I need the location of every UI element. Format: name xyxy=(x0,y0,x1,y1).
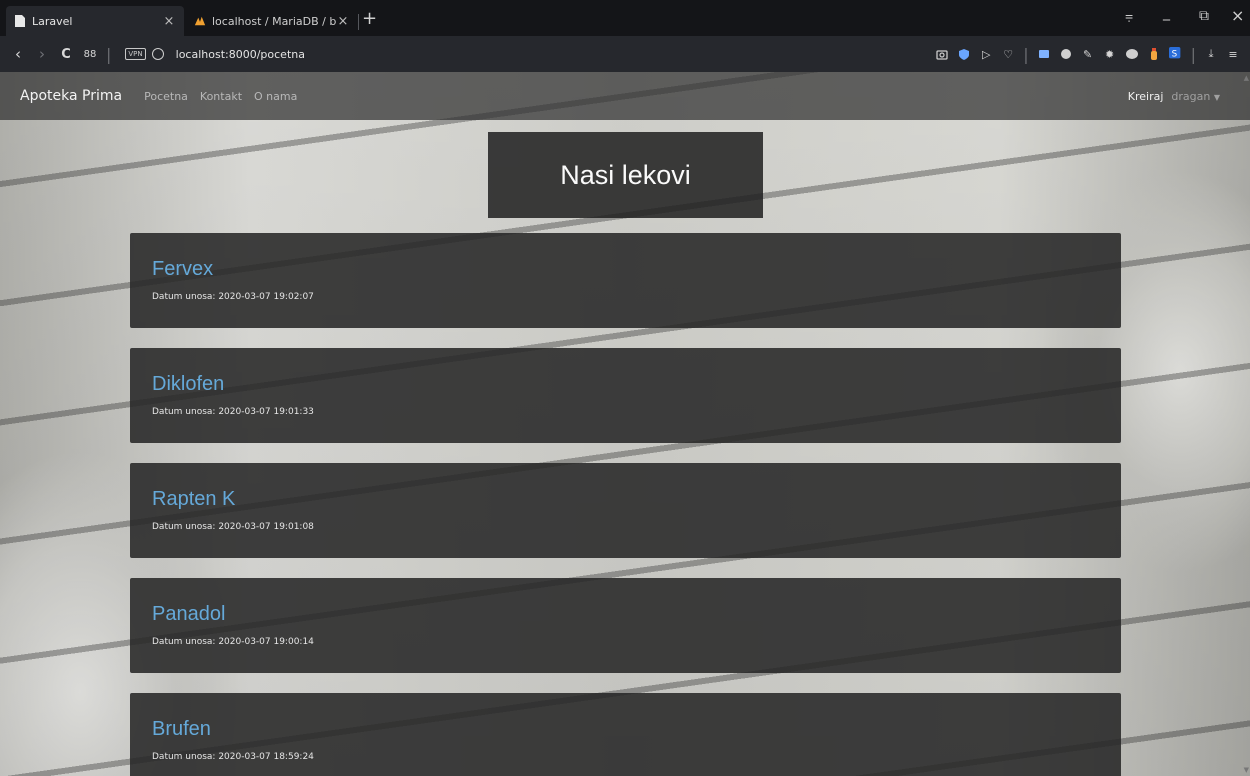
window-close-icon[interactable]: × xyxy=(1231,6,1244,25)
extension-toolbar: ▷ ♡ | ✎ ✹ S | ⤓ ≡ xyxy=(935,36,1240,72)
medicine-card: Rapten K Datum unosa: 2020-03-07 19:01:0… xyxy=(130,463,1121,558)
tab-close-icon[interactable]: × xyxy=(336,14,350,29)
medicine-name-link[interactable]: Diklofen xyxy=(152,373,224,396)
nav-link-kontakt[interactable]: Kontakt xyxy=(200,90,242,103)
restore-icon[interactable]: ⧉ xyxy=(1199,8,1209,24)
medicine-name-link[interactable]: Fervex xyxy=(152,258,213,281)
medicine-name-link[interactable]: Brufen xyxy=(152,718,211,741)
gear-icon[interactable]: ✹ xyxy=(1103,47,1117,61)
address-separator: | xyxy=(106,44,112,64)
camera-icon[interactable] xyxy=(935,47,949,61)
medicine-name-link[interactable]: Panadol xyxy=(152,603,225,626)
speed-dial-icon[interactable]: 88 xyxy=(78,49,102,60)
medicine-date: Datum unosa: 2020-03-07 19:00:14 xyxy=(152,637,314,647)
medicine-card: Fervex Datum unosa: 2020-03-07 19:02:07 xyxy=(130,233,1121,328)
create-link[interactable]: Kreiraj xyxy=(1128,90,1164,103)
browser-tab-bar: Laravel × localhost / MariaDB / bazar × … xyxy=(0,0,1250,36)
address-bar: ‹ › C 88 | VPN localhost:8000/pocetna ▷ … xyxy=(0,36,1250,72)
browser-tab-phpmyadmin[interactable]: localhost / MariaDB / bazar × xyxy=(186,6,358,36)
wallet-icon[interactable] xyxy=(1037,47,1051,61)
navbar-right: Kreiraj dragan ▼ xyxy=(1128,72,1220,120)
scroll-down-icon[interactable]: ▼ xyxy=(1244,766,1249,774)
bottle-icon[interactable] xyxy=(1147,47,1161,61)
heart-icon[interactable]: ♡ xyxy=(1001,47,1015,61)
minimize-icon[interactable]: _ xyxy=(1163,5,1170,21)
medicine-card: Brufen Datum unosa: 2020-03-07 18:59:24 xyxy=(130,693,1121,776)
medicine-card: Panadol Datum unosa: 2020-03-07 19:00:14 xyxy=(130,578,1121,673)
medicine-date: Datum unosa: 2020-03-07 19:01:33 xyxy=(152,407,314,417)
send-icon[interactable]: ▷ xyxy=(979,47,993,61)
tabs-menu-icon[interactable]: ⩦ xyxy=(1125,8,1133,24)
tab-title: Laravel xyxy=(32,14,73,28)
tab-title: localhost / MariaDB / bazar xyxy=(212,14,336,28)
vpn-badge[interactable]: VPN xyxy=(125,48,146,60)
user-dropdown[interactable]: dragan ▼ xyxy=(1171,90,1220,103)
puzzle-icon[interactable] xyxy=(1125,47,1139,61)
url-field[interactable]: localhost:8000/pocetna xyxy=(176,48,305,61)
nav-link-o-nama[interactable]: O nama xyxy=(254,90,297,103)
page-content: Apoteka Prima Pocetna Kontakt O nama Kre… xyxy=(0,72,1250,776)
medicine-date: Datum unosa: 2020-03-07 19:01:08 xyxy=(152,522,314,532)
nav-link-pocetna[interactable]: Pocetna xyxy=(144,90,188,103)
new-tab-button[interactable]: + xyxy=(362,10,377,28)
caret-down-icon: ▼ xyxy=(1213,92,1220,102)
site-navbar: Apoteka Prima Pocetna Kontakt O nama Kre… xyxy=(0,72,1250,120)
shield-icon[interactable] xyxy=(957,47,971,61)
s-icon[interactable]: S xyxy=(1168,47,1183,61)
toolbar-separator: | xyxy=(1023,44,1029,64)
forward-icon[interactable]: › xyxy=(30,45,54,63)
download-icon[interactable]: ⤓ xyxy=(1204,47,1218,61)
page-scrollbar[interactable]: ▲ ▼ xyxy=(1242,72,1250,776)
toolbar-separator: | xyxy=(1190,44,1196,64)
page-icon xyxy=(15,15,25,27)
svg-text:S: S xyxy=(1171,50,1177,60)
medicine-date: Datum unosa: 2020-03-07 18:59:24 xyxy=(152,752,314,762)
tab-close-icon[interactable]: × xyxy=(162,14,176,29)
ball-icon[interactable] xyxy=(1059,47,1073,61)
tab-separator xyxy=(358,14,359,30)
medicine-name-link[interactable]: Rapten K xyxy=(152,488,235,511)
medicine-card: Diklofen Datum unosa: 2020-03-07 19:01:3… xyxy=(130,348,1121,443)
page-heading-box: Nasi lekovi xyxy=(488,132,763,218)
pen-icon[interactable]: ✎ xyxy=(1081,47,1095,61)
globe-icon xyxy=(151,48,164,60)
user-name: dragan xyxy=(1171,89,1211,103)
phpmyadmin-icon xyxy=(194,16,206,26)
reload-icon[interactable]: C xyxy=(54,47,78,62)
browser-tab-laravel[interactable]: Laravel × xyxy=(6,6,184,36)
medicine-date: Datum unosa: 2020-03-07 19:02:07 xyxy=(152,292,314,302)
page-title: Nasi lekovi xyxy=(560,159,691,190)
back-icon[interactable]: ‹ xyxy=(6,45,30,63)
scroll-up-icon[interactable]: ▲ xyxy=(1244,74,1249,82)
menu-icon[interactable]: ≡ xyxy=(1226,47,1240,61)
brand-link[interactable]: Apoteka Prima xyxy=(20,88,122,104)
